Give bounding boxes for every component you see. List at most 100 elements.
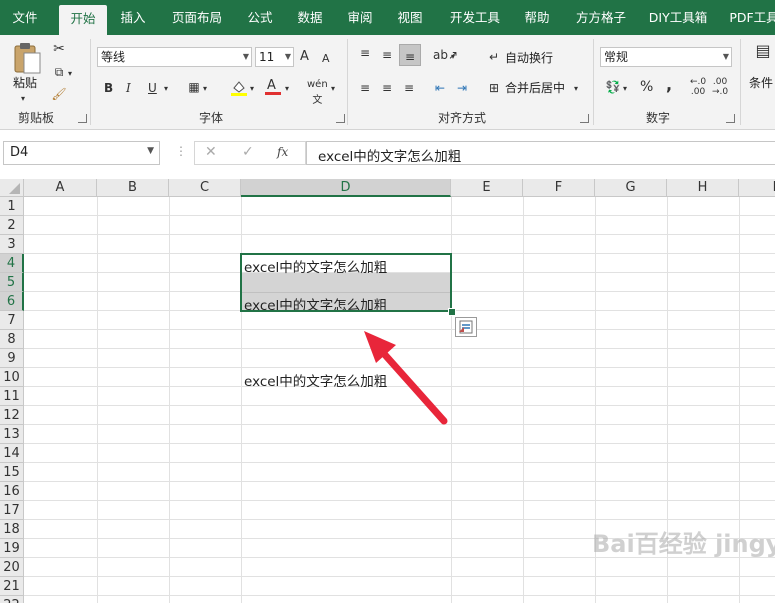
- formula-input[interactable]: excel中的文字怎么加粗: [306, 141, 775, 165]
- row-header-16[interactable]: 16: [0, 482, 24, 501]
- row-header-10[interactable]: 10: [0, 368, 24, 387]
- align-right-icon[interactable]: ≡: [401, 80, 417, 96]
- select-all-corner[interactable]: [0, 179, 24, 197]
- row-header-7[interactable]: 7: [0, 311, 24, 330]
- column-header-d[interactable]: D: [241, 179, 451, 197]
- tab-help[interactable]: 帮助: [514, 0, 560, 35]
- border-dropdown-icon[interactable]: ▾: [203, 81, 207, 97]
- bold-button[interactable]: B: [104, 80, 113, 96]
- tab-fangfang[interactable]: 方方格子: [568, 0, 634, 35]
- percent-button[interactable]: %: [640, 79, 653, 95]
- font-color-dropdown-icon[interactable]: ▾: [285, 81, 289, 97]
- column-header-h[interactable]: H: [667, 179, 739, 197]
- align-center-icon[interactable]: ≡: [379, 80, 395, 96]
- merge-center-icon[interactable]: ⊞: [486, 80, 502, 96]
- font-size-combo[interactable]: 11 ▼: [255, 47, 294, 67]
- increase-font-icon[interactable]: A: [300, 49, 309, 65]
- confirm-icon[interactable]: ✓: [242, 144, 254, 160]
- paste-label[interactable]: 粘贴: [13, 75, 37, 91]
- underline-dropdown-icon[interactable]: ▾: [164, 81, 168, 97]
- row-header-9[interactable]: 9: [0, 349, 24, 368]
- clipboard-launcher-icon[interactable]: [78, 114, 87, 123]
- tab-review[interactable]: 审阅: [337, 0, 383, 35]
- merge-center-button[interactable]: 合并后居中: [505, 80, 565, 96]
- row-header-21[interactable]: 21: [0, 577, 24, 596]
- tab-view[interactable]: 视图: [387, 0, 433, 35]
- row-header-19[interactable]: 19: [0, 539, 24, 558]
- tab-pdf-tools[interactable]: PDF工具: [724, 0, 775, 35]
- row-header-4[interactable]: 4: [0, 254, 24, 273]
- paste-dropdown-icon[interactable]: ▾: [21, 91, 25, 107]
- row-header-14[interactable]: 14: [0, 444, 24, 463]
- tab-formulas[interactable]: 公式: [237, 0, 283, 35]
- fill-handle[interactable]: [448, 308, 456, 316]
- orientation-icon[interactable]: ab↗: [433, 47, 458, 63]
- decrease-font-icon[interactable]: A: [322, 51, 330, 67]
- row-header-18[interactable]: 18: [0, 520, 24, 539]
- row-header-6[interactable]: 6: [0, 292, 24, 311]
- increase-decimal-icon[interactable]: ←.0.00: [690, 77, 706, 97]
- wrap-text-icon[interactable]: ↵: [486, 49, 502, 65]
- column-header-g[interactable]: G: [595, 179, 667, 197]
- italic-button[interactable]: I: [126, 80, 131, 96]
- fill-color-icon[interactable]: [230, 79, 248, 97]
- merge-dropdown-icon[interactable]: ▾: [574, 81, 578, 97]
- phonetic-icon[interactable]: wén 文: [307, 77, 328, 109]
- decrease-indent-icon[interactable]: ⇤: [431, 80, 449, 96]
- tab-file[interactable]: 文件: [0, 0, 50, 35]
- row-header-20[interactable]: 20: [0, 558, 24, 577]
- row-header-13[interactable]: 13: [0, 425, 24, 444]
- align-top-icon[interactable]: ≡: [357, 45, 373, 61]
- row-header-11[interactable]: 11: [0, 387, 24, 406]
- insert-function-icon[interactable]: fx: [277, 145, 288, 159]
- wrap-text-button[interactable]: 自动换行: [505, 50, 553, 66]
- orientation-dropdown-icon[interactable]: ▾: [451, 49, 455, 65]
- font-launcher-icon[interactable]: [336, 114, 345, 123]
- column-header-i[interactable]: I: [739, 179, 775, 197]
- tab-home[interactable]: 开始: [59, 5, 107, 35]
- name-box[interactable]: D4 ▼: [3, 141, 160, 165]
- cancel-icon[interactable]: ✕: [205, 144, 217, 160]
- cut-icon[interactable]: ✂: [50, 41, 68, 57]
- border-icon[interactable]: ▦: [186, 79, 202, 95]
- row-header-5[interactable]: 5: [0, 273, 24, 292]
- worksheet-grid[interactable]: A B C D E F G H I 1 2 3 4 5 6 7 8 9 10 1…: [0, 179, 775, 603]
- decrease-decimal-icon[interactable]: .00 →.0: [712, 77, 728, 97]
- column-header-e[interactable]: E: [451, 179, 523, 197]
- tab-page-layout[interactable]: 页面布局: [162, 0, 232, 35]
- copy-icon[interactable]: ⧉: [50, 64, 68, 80]
- increase-indent-icon[interactable]: ⇥: [453, 80, 471, 96]
- phonetic-dropdown-icon[interactable]: ▾: [331, 81, 335, 97]
- font-color-icon[interactable]: A: [264, 77, 282, 97]
- column-header-c[interactable]: C: [169, 179, 241, 197]
- accounting-format-icon[interactable]: 💱: [604, 79, 622, 95]
- number-launcher-icon[interactable]: [726, 114, 735, 123]
- copy-dropdown-icon[interactable]: ▾: [68, 66, 72, 82]
- align-left-icon[interactable]: ≡: [357, 80, 373, 96]
- row-header-17[interactable]: 17: [0, 501, 24, 520]
- row-header-12[interactable]: 12: [0, 406, 24, 425]
- alignment-launcher-icon[interactable]: [580, 114, 589, 123]
- tab-developer[interactable]: 开发工具: [440, 0, 510, 35]
- font-name-combo[interactable]: 等线 ▼: [97, 47, 252, 67]
- column-header-b[interactable]: B: [97, 179, 169, 197]
- number-format-combo[interactable]: 常规 ▼: [600, 47, 732, 67]
- conditional-format-button[interactable]: 条件: [749, 75, 773, 91]
- underline-button[interactable]: U: [148, 80, 157, 96]
- drag-handle-icon[interactable]: ⋮: [175, 144, 187, 158]
- row-header-1[interactable]: 1: [0, 197, 24, 216]
- tab-diy-toolbox[interactable]: DIY工具箱: [640, 0, 716, 35]
- row-header-3[interactable]: 3: [0, 235, 24, 254]
- align-bottom-button[interactable]: ≡: [399, 44, 421, 66]
- row-header-22[interactable]: 22: [0, 596, 24, 603]
- tab-insert[interactable]: 插入: [110, 0, 156, 35]
- comma-button[interactable]: ,: [666, 77, 672, 93]
- column-header-f[interactable]: F: [523, 179, 595, 197]
- tab-data[interactable]: 数据: [287, 0, 333, 35]
- column-header-a[interactable]: A: [24, 179, 97, 197]
- accounting-dropdown-icon[interactable]: ▾: [623, 81, 627, 97]
- conditional-format-icon[interactable]: ▤: [751, 43, 775, 59]
- row-header-2[interactable]: 2: [0, 216, 24, 235]
- paste-button[interactable]: [12, 41, 42, 75]
- fill-color-dropdown-icon[interactable]: ▾: [250, 81, 254, 97]
